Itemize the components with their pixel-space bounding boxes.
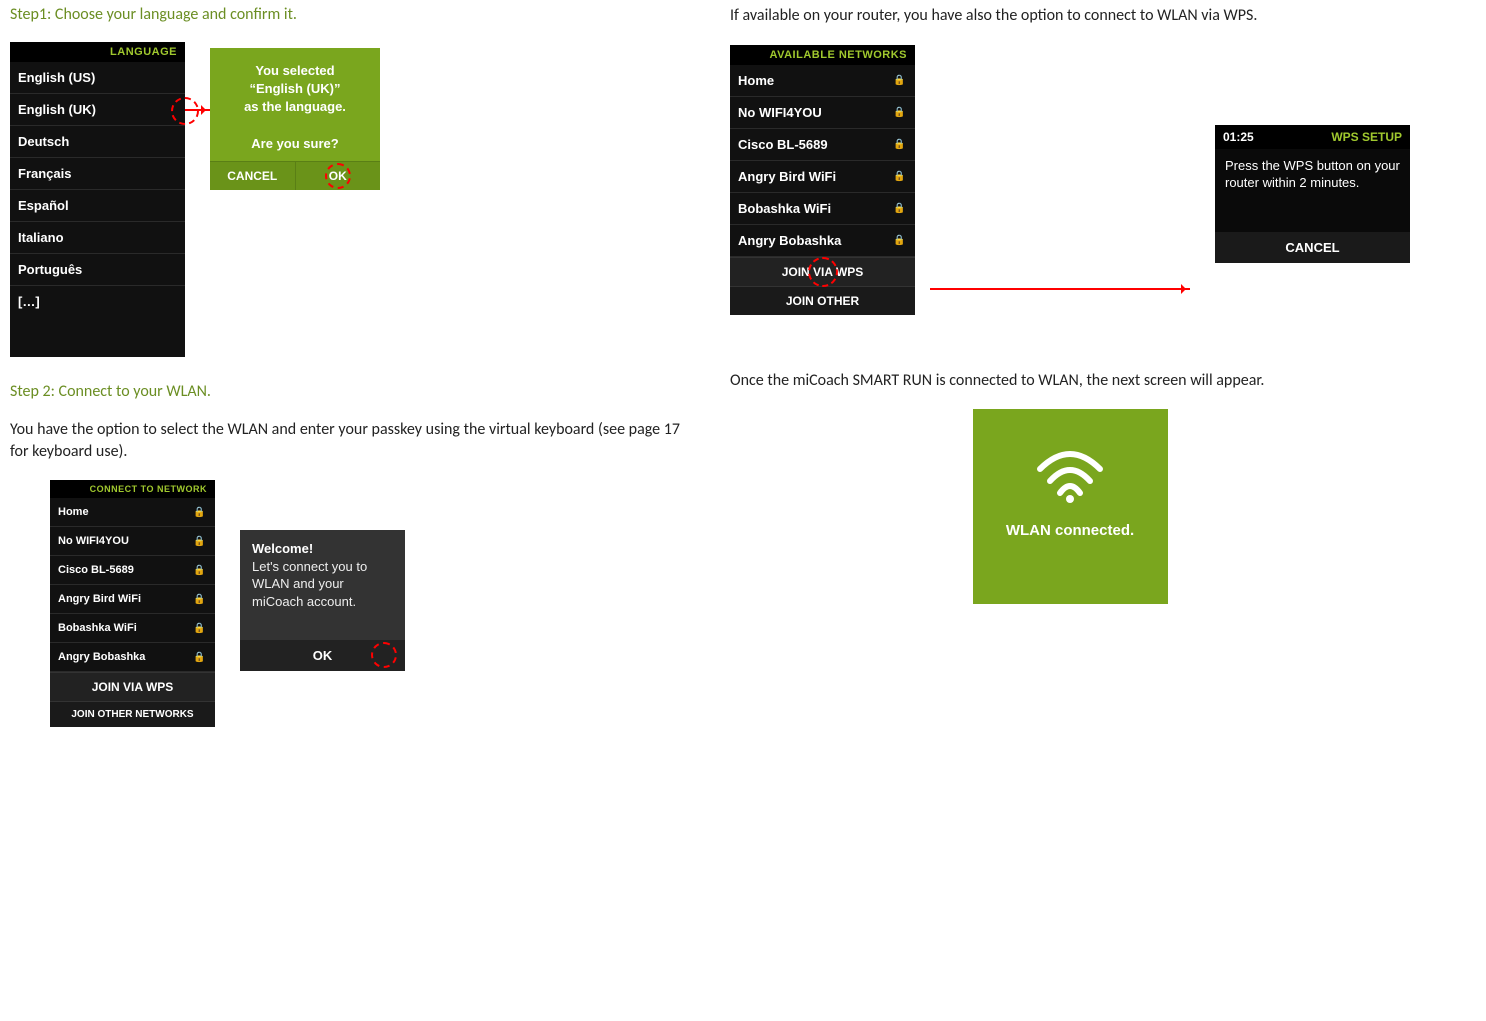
step2-heading: Step 2: Connect to your WLAN. — [10, 382, 680, 401]
wps-setup-message: Press the WPS button on your router with… — [1215, 149, 1410, 232]
language-menu: LANGUAGE English (US) English (UK) Deuts… — [10, 42, 185, 357]
network-item[interactable]: Angry Bird WiFi🔒 — [730, 161, 915, 193]
lock-icon: 🔒 — [893, 139, 905, 150]
confirm-language-dialog: You selected “English (UK)” as the langu… — [210, 48, 380, 190]
lock-icon: 🔒 — [193, 565, 205, 576]
lang-item[interactable]: Français — [10, 158, 185, 190]
lock-icon: 🔒 — [193, 623, 205, 634]
network-item[interactable]: No WIFI4YOU🔒 — [50, 527, 215, 556]
step2-body-text: You have the option to select the WLAN a… — [10, 419, 680, 462]
wifi-icon — [1035, 449, 1105, 504]
lang-item[interactable]: English (UK) — [10, 94, 185, 126]
join-other-networks-button[interactable]: JOIN OTHER NETWORKS — [50, 701, 215, 727]
wps-setup-dialog: 01:25 WPS SETUP Press the WPS button on … — [1215, 125, 1410, 263]
wlan-connected-label: WLAN connected. — [973, 522, 1168, 539]
network-item[interactable]: Angry Bobashka🔒 — [730, 225, 915, 257]
ok-button[interactable]: OK — [295, 161, 381, 190]
highlight-circle — [371, 642, 397, 668]
join-via-wps-button[interactable]: JOIN VIA WPS — [730, 257, 915, 286]
join-via-wps-button[interactable]: JOIN VIA WPS — [50, 672, 215, 701]
available-networks-menu: AVAILABLE NETWORKS Home🔒 No WIFI4YOU🔒 Ci… — [730, 45, 915, 315]
wlan-connected-screen: WLAN connected. — [973, 409, 1168, 604]
highlight-circle — [171, 97, 199, 125]
wps-timer: 01:25 — [1223, 130, 1254, 144]
lock-icon: 🔒 — [193, 652, 205, 663]
lock-icon: 🔒 — [893, 171, 905, 182]
welcome-dialog-body: Welcome! Let's connect you to WLAN and y… — [240, 530, 405, 640]
cancel-button[interactable]: CANCEL — [1215, 232, 1410, 263]
lock-icon: 🔒 — [893, 203, 905, 214]
network-item[interactable]: Angry Bobashka🔒 — [50, 643, 215, 672]
connect-network-header: CONNECT TO NETWORK — [50, 480, 215, 498]
network-item[interactable]: Bobashka WiFi🔒 — [730, 193, 915, 225]
available-networks-header: AVAILABLE NETWORKS — [730, 45, 915, 65]
network-item[interactable]: No WIFI4YOU🔒 — [730, 97, 915, 129]
network-item[interactable]: Cisco BL-5689🔒 — [50, 556, 215, 585]
lang-item[interactable]: Deutsch — [10, 126, 185, 158]
lock-icon: 🔒 — [893, 235, 905, 246]
lang-item[interactable]: English (US) — [10, 62, 185, 94]
welcome-dialog: Welcome! Let's connect you to WLAN and y… — [240, 530, 405, 671]
step1-heading: Step1: Choose your language and confirm … — [10, 5, 680, 24]
lock-icon: 🔒 — [193, 507, 205, 518]
lang-item[interactable]: Español — [10, 190, 185, 222]
wps-intro-text: If available on your router, you have al… — [730, 5, 1410, 27]
lang-item[interactable]: Português — [10, 254, 185, 286]
red-arrow — [930, 288, 1190, 290]
network-item[interactable]: Angry Bird WiFi🔒 — [50, 585, 215, 614]
lock-icon: 🔒 — [893, 75, 905, 86]
connect-network-menu: CONNECT TO NETWORK Home🔒 No WIFI4YOU🔒 Ci… — [50, 480, 215, 727]
join-other-button[interactable]: JOIN OTHER — [730, 286, 915, 315]
network-item[interactable]: Cisco BL-5689🔒 — [730, 129, 915, 161]
lang-item-more[interactable]: […] — [10, 286, 185, 317]
network-item[interactable]: Bobashka WiFi🔒 — [50, 614, 215, 643]
language-menu-header: LANGUAGE — [10, 42, 185, 62]
cancel-button[interactable]: CANCEL — [210, 161, 295, 190]
wps-setup-title: WPS SETUP — [1331, 130, 1402, 144]
lock-icon: 🔒 — [893, 107, 905, 118]
lang-item[interactable]: Italiano — [10, 222, 185, 254]
network-item[interactable]: Home🔒 — [730, 65, 915, 97]
red-arrow — [185, 109, 210, 111]
network-item[interactable]: Home🔒 — [50, 498, 215, 527]
confirm-language-message: You selected “English (UK)” as the langu… — [210, 48, 380, 161]
lock-icon: 🔒 — [193, 594, 205, 605]
ok-button[interactable]: OK — [240, 640, 405, 671]
lock-icon: 🔒 — [193, 536, 205, 547]
connected-intro-text: Once the miCoach SMART RUN is connected … — [730, 370, 1410, 392]
